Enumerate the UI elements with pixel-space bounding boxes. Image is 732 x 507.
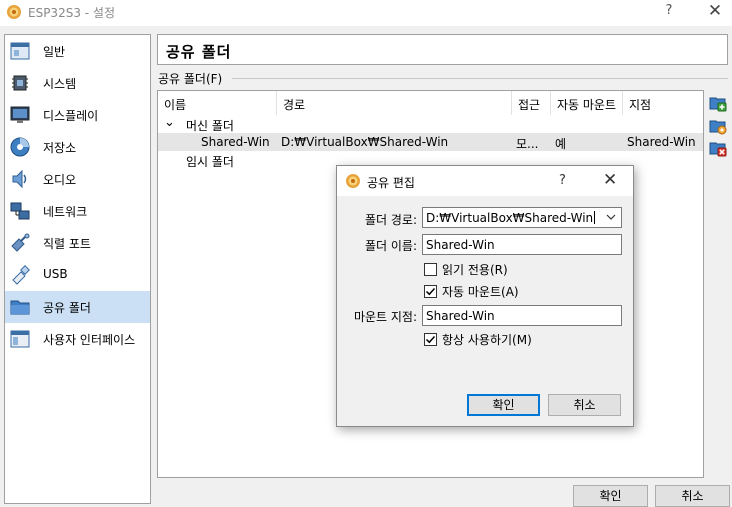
- checkmark-icon: [425, 287, 436, 296]
- permanent-checkbox[interactable]: 항상 사용하기(M): [424, 331, 532, 348]
- cancel-button[interactable]: 취소: [655, 485, 730, 507]
- window-titlebar: ESP32S3 - 설정 ? ✕: [0, 0, 732, 26]
- virtualbox-gear-icon: [346, 174, 360, 188]
- edit-folder-icon[interactable]: [709, 117, 727, 135]
- storage-disk-icon: [10, 137, 30, 157]
- virtualbox-gear-icon: [7, 5, 21, 19]
- general-icon: [10, 42, 30, 60]
- column-header-name[interactable]: 이름: [158, 91, 277, 115]
- row-path: D:₩VirtualBox₩Shared-Win: [281, 135, 449, 149]
- mount-point-label: 마운트 지점:: [353, 310, 417, 324]
- tree-group-machine-folders[interactable]: ⌄ 머신 폴더: [158, 115, 703, 133]
- dialog-title: 공유 편집: [367, 176, 415, 190]
- window-close-button[interactable]: ✕: [700, 1, 730, 23]
- sidebar-item-shared-folders[interactable]: 공유 폴더: [5, 291, 150, 323]
- dialog-ok-button[interactable]: 확인: [467, 394, 540, 416]
- row-mount-point: Shared-Win: [627, 135, 696, 149]
- row-auto-mount: 예: [555, 137, 567, 151]
- sidebar-item-label: 오디오: [43, 173, 77, 187]
- add-folder-icon[interactable]: [709, 94, 727, 112]
- sidebar-item-serial-port[interactable]: 직렬 포트: [5, 227, 150, 259]
- dialog-titlebar: 공유 편집 ? ✕: [337, 166, 633, 196]
- usb-icon: [12, 265, 30, 285]
- checkbox-box[interactable]: [424, 263, 437, 276]
- ok-button[interactable]: 확인: [573, 485, 648, 507]
- window-title: ESP32S3 - 설정: [28, 6, 115, 20]
- network-icon: [10, 202, 30, 220]
- display-monitor-icon: [10, 106, 30, 123]
- user-interface-icon: [10, 330, 30, 348]
- sidebar-item-storage[interactable]: 저장소: [5, 131, 150, 163]
- serial-port-icon: [11, 233, 30, 252]
- edit-share-dialog: 공유 편집 ? ✕ 폴더 경로: D:₩VirtualBox₩Shared-Wi…: [336, 165, 634, 427]
- dialog-close-button[interactable]: ✕: [603, 170, 617, 190]
- auto-mount-label: 자동 마운트(A): [442, 285, 519, 299]
- folder-path-value: D:₩VirtualBox₩Shared-Win: [426, 211, 594, 225]
- sidebar-item-label: 일반: [43, 45, 66, 59]
- page-title: 공유 폴더: [166, 43, 232, 61]
- sidebar-item-label: 디스플레이: [43, 109, 99, 123]
- sidebar-item-network[interactable]: 네트워크: [5, 195, 150, 227]
- read-only-checkbox[interactable]: 읽기 전용(R): [424, 261, 508, 278]
- sidebar-item-label: 저장소: [43, 141, 77, 155]
- folder-name-field[interactable]: Shared-Win: [422, 234, 622, 255]
- dialog-cancel-button[interactable]: 취소: [548, 394, 621, 416]
- group-divider: [232, 78, 728, 79]
- checkbox-box[interactable]: [424, 333, 437, 346]
- sidebar-item-system[interactable]: 시스템: [5, 67, 150, 99]
- checkmark-icon: [425, 335, 436, 344]
- sidebar-item-label: 시스템: [43, 77, 77, 91]
- sidebar-item-audio[interactable]: 오디오: [5, 163, 150, 195]
- checkbox-box[interactable]: [424, 285, 437, 298]
- folder-name-label: 폴더 이름:: [364, 239, 417, 253]
- sidebar-item-label: 네트워크: [43, 205, 88, 219]
- sidebar-item-label: USB: [43, 267, 68, 281]
- group-name: 머신 폴더: [186, 119, 234, 133]
- column-header-auto-mount[interactable]: 자동 마운트: [551, 91, 623, 115]
- table-row[interactable]: Shared-Win D:₩VirtualBox₩Shared-Win 모...…: [158, 133, 703, 151]
- folder-path-label: 폴더 경로:: [364, 213, 417, 227]
- audio-speaker-icon: [12, 169, 27, 189]
- column-header-mount-point[interactable]: 지점: [623, 91, 703, 115]
- dialog-help-button[interactable]: ?: [559, 173, 566, 188]
- page-header: 공유 폴더: [157, 34, 728, 65]
- remove-folder-icon[interactable]: [709, 139, 727, 157]
- column-header-access[interactable]: 접근: [512, 91, 551, 115]
- shared-folders-group-label: 공유 폴더(F): [158, 72, 223, 86]
- sidebar-item-label: 공유 폴더: [43, 301, 91, 315]
- read-only-label: 읽기 전용(R): [442, 263, 508, 277]
- column-header-path[interactable]: 경로: [277, 91, 512, 115]
- system-chip-icon: [12, 75, 28, 91]
- row-access: 모...: [516, 137, 539, 151]
- sidebar-item-label: 사용자 인터페이스: [43, 333, 136, 347]
- group-name: 임시 폴더: [186, 155, 234, 169]
- sidebar-item-label: 직렬 포트: [43, 237, 91, 251]
- chevron-down-icon[interactable]: ⌄: [164, 115, 175, 130]
- sidebar-item-user-interface[interactable]: 사용자 인터페이스: [5, 323, 150, 355]
- help-button[interactable]: ?: [656, 3, 682, 23]
- sidebar-item-display[interactable]: 디스플레이: [5, 99, 150, 131]
- permanent-label: 항상 사용하기(M): [442, 333, 532, 347]
- folder-path-combo[interactable]: D:₩VirtualBox₩Shared-Win: [422, 207, 622, 228]
- shared-folder-icon: [10, 300, 30, 315]
- settings-category-list: 일반 시스템 디스플레이 저장소 오디오 네트워크 직렬 포트 USB 공유 폴…: [4, 34, 151, 504]
- auto-mount-checkbox[interactable]: 자동 마운트(A): [424, 283, 519, 300]
- chevron-down-icon[interactable]: [606, 212, 616, 222]
- row-name: Shared-Win: [201, 135, 270, 149]
- sidebar-item-usb[interactable]: USB: [5, 259, 150, 291]
- sidebar-item-general[interactable]: 일반: [5, 35, 150, 67]
- mount-point-field[interactable]: Shared-Win: [422, 305, 622, 326]
